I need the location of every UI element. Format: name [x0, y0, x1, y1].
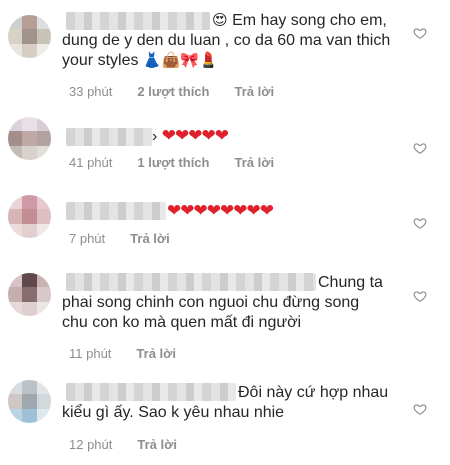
comment-text: ❤❤❤❤❤❤❤❤ — [167, 201, 450, 222]
avatar[interactable] — [8, 195, 51, 238]
comment-meta: 7 phút Trả lời — [69, 231, 170, 246]
comment-line-2: phai song chinh con nguoi chu đừng song — [62, 294, 360, 311]
heart-outline-icon[interactable] — [413, 216, 427, 230]
comment-text: › ❤❤❤❤❤ — [152, 126, 229, 145]
comment-time[interactable]: 7 phút — [69, 231, 105, 246]
comment-line-3: chu con ko mà quen mất đi người — [62, 314, 302, 331]
reply-button[interactable]: Trả lời — [234, 155, 274, 170]
likes-count[interactable]: 2 lượt thích — [137, 84, 209, 99]
comment-meta: 41 phút 1 lượt thích Trả lời — [69, 155, 274, 170]
comment-text: 😍 Em hay song cho em, dung de y den du l… — [62, 11, 402, 71]
smiling-heart-eyes-emoji: 😍 — [212, 12, 228, 29]
reply-button[interactable]: Trả lời — [130, 231, 170, 246]
heart-outline-icon[interactable] — [413, 141, 427, 155]
username-blurred[interactable] — [66, 128, 152, 146]
reply-button[interactable]: Trả lời — [136, 346, 176, 361]
comment-line-1: Đôi này cứ hợp nhau — [238, 384, 389, 401]
avatar[interactable] — [8, 273, 51, 316]
red-hearts-emojis: ❤❤❤❤❤ — [161, 126, 229, 145]
heart-outline-icon[interactable] — [413, 26, 427, 40]
comment-line-2: kiểu gì ấy. Sao k yêu nhau nhie — [62, 404, 285, 421]
avatar[interactable] — [8, 380, 51, 423]
reply-button[interactable]: Trả lời — [137, 437, 177, 452]
reply-button[interactable]: Trả lời — [234, 84, 274, 99]
avatar[interactable] — [8, 15, 51, 58]
comment-meta: 12 phút Trả lời — [69, 437, 177, 452]
comment-line-1: Chung ta — [318, 274, 383, 291]
heart-outline-icon[interactable] — [413, 402, 427, 416]
likes-count[interactable]: 1 lượt thích — [137, 155, 209, 170]
comment-text: Chung ta phai song chinh con nguoi chu đ… — [62, 273, 402, 333]
comment-text: Đôi này cứ hợp nhau kiểu gì ấy. Sao k yê… — [62, 383, 402, 423]
username-blurred[interactable] — [66, 202, 166, 220]
red-hearts-emojis: ❤❤❤❤❤❤❤❤ — [167, 201, 274, 220]
comment-meta: 33 phút 2 lượt thích Trả lời — [69, 84, 274, 99]
comment-time[interactable]: 12 phút — [69, 437, 112, 452]
avatar[interactable] — [8, 117, 51, 160]
comment-time[interactable]: 33 phút — [69, 84, 112, 99]
comment-time[interactable]: 11 phút — [69, 346, 111, 361]
heart-outline-icon[interactable] — [413, 289, 427, 303]
fashion-emojis: 👗👜🎀💄 — [142, 52, 218, 69]
comment-time[interactable]: 41 phút — [69, 155, 112, 170]
comment-meta: 11 phút Trả lời — [69, 346, 176, 361]
